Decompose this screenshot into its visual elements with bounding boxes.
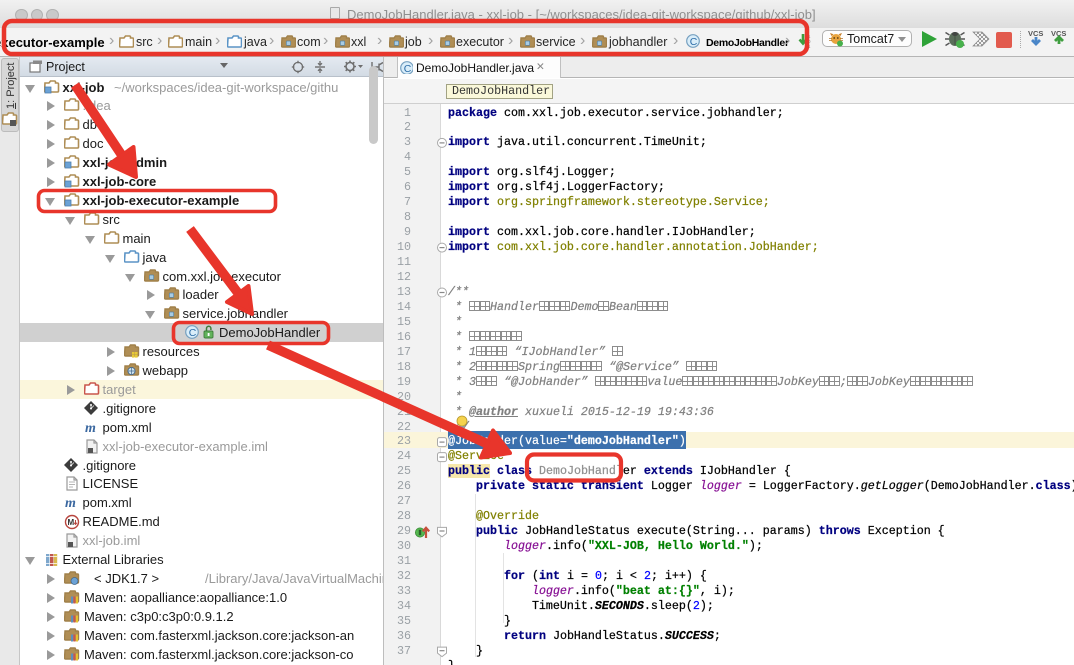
svg-text:1: 1 — [808, 44, 811, 49]
svg-text:VCS: VCS — [1028, 29, 1043, 38]
